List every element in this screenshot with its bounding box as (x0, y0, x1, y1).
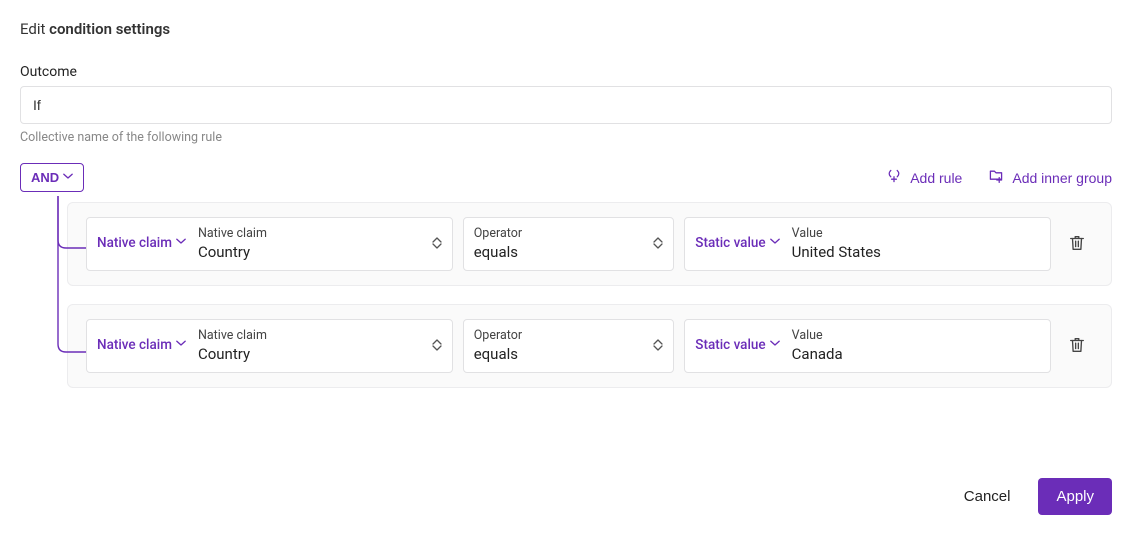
rules-tree: Native claim Native claim Country Operat… (20, 202, 1112, 388)
logic-operator-label: AND (31, 170, 59, 185)
logic-operator-dropdown[interactable]: AND (20, 163, 84, 192)
stepper-icon[interactable] (432, 339, 442, 351)
field-value: United States (792, 243, 1040, 261)
rule-operator-field[interactable]: Operator equals (463, 319, 675, 373)
add-rule-button[interactable]: Add rule (886, 168, 962, 187)
native-claim-chip[interactable]: Native claim (97, 235, 186, 251)
rule-left-field[interactable]: Native claim Native claim Country (86, 319, 453, 373)
rule-right-field[interactable]: Static value Value United States (684, 217, 1051, 271)
chevron-down-icon (63, 173, 73, 183)
field-value: Country (198, 345, 426, 363)
stepper-icon[interactable] (432, 237, 442, 249)
stepper-icon[interactable] (653, 339, 663, 351)
delete-rule-button[interactable] (1061, 332, 1093, 361)
field-value: Country (198, 243, 426, 261)
field-label: Value (792, 328, 1040, 343)
chevron-down-icon (176, 238, 186, 248)
add-inner-group-icon (988, 168, 1004, 187)
field-label: Native claim (198, 226, 426, 241)
chevron-down-icon (770, 340, 780, 350)
field-label: Native claim (198, 328, 426, 343)
title-prefix: Edit (20, 20, 49, 38)
outcome-hint: Collective name of the following rule (20, 130, 1112, 145)
rule-row: Native claim Native claim Country Operat… (67, 304, 1112, 388)
trash-icon (1068, 234, 1086, 255)
stepper-icon[interactable] (653, 237, 663, 249)
field-value: equals (474, 243, 648, 261)
add-rule-label: Add rule (910, 170, 962, 186)
static-value-chip[interactable]: Static value (695, 235, 779, 251)
chip-label: Native claim (97, 337, 172, 353)
native-claim-chip[interactable]: Native claim (97, 337, 186, 353)
field-label: Operator (474, 226, 648, 241)
trash-icon (1068, 336, 1086, 357)
delete-rule-button[interactable] (1061, 230, 1093, 259)
add-inner-group-button[interactable]: Add inner group (988, 168, 1112, 187)
chevron-down-icon (176, 340, 186, 350)
chevron-down-icon (770, 238, 780, 248)
field-value: Canada (792, 345, 1040, 363)
field-value: equals (474, 345, 648, 363)
page-title: Edit condition settings (20, 20, 1112, 38)
add-rule-icon (886, 168, 902, 187)
chip-label: Static value (695, 235, 765, 251)
outcome-input[interactable] (20, 86, 1112, 124)
rule-row: Native claim Native claim Country Operat… (67, 202, 1112, 286)
field-label: Value (792, 226, 1040, 241)
cancel-button[interactable]: Cancel (958, 487, 1017, 506)
rule-operator-field[interactable]: Operator equals (463, 217, 675, 271)
chip-label: Static value (695, 337, 765, 353)
title-bold: condition settings (49, 20, 170, 38)
outcome-label: Outcome (20, 64, 1112, 80)
rule-left-field[interactable]: Native claim Native claim Country (86, 217, 453, 271)
field-label: Operator (474, 328, 648, 343)
rule-right-field[interactable]: Static value Value Canada (684, 319, 1051, 373)
static-value-chip[interactable]: Static value (695, 337, 779, 353)
add-inner-group-label: Add inner group (1012, 170, 1112, 186)
chip-label: Native claim (97, 235, 172, 251)
apply-button[interactable]: Apply (1038, 478, 1112, 515)
